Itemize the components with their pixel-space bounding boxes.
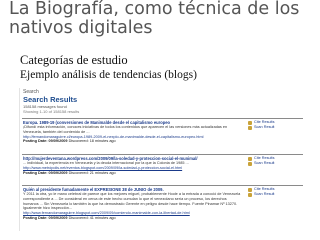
results-showing: Showing 1-10 of 158158 results xyxy=(23,109,80,114)
cite-icon xyxy=(248,120,252,125)
scan-result-link[interactable]: Scan Result xyxy=(248,125,303,130)
result-meta: Posting Date: 09/09/2009 Discovered: 18 … xyxy=(23,139,241,144)
posting-date: Posting Date: 09/09/2009 xyxy=(23,215,68,220)
scan-label: Scan Result xyxy=(254,161,275,166)
scan-result-link[interactable]: Scan Result xyxy=(248,192,303,197)
search-results-screenshot: Search Search Results 158158 messages fo… xyxy=(19,88,305,231)
scan-result-link[interactable]: Scan Result xyxy=(248,161,303,166)
posting-date: Posting Date: 09/09/2009 xyxy=(23,139,68,144)
discovered-time: Discovered: 21 minutes ago xyxy=(68,170,116,175)
scan-label: Scan Result xyxy=(254,125,275,130)
scan-icon xyxy=(248,161,252,166)
scan-label: Scan Result xyxy=(254,192,275,197)
result-meta: Posting Date: 09/09/2009 Discovered: 21 … xyxy=(23,171,241,176)
slide-caption: Ejemplo análisis de tendencias (blogs) xyxy=(20,69,197,81)
slide-title: La Biografía, como técnica de los nativo… xyxy=(9,0,300,38)
discovered-time: Discovered: 41 minutes ago xyxy=(68,215,116,220)
divider xyxy=(22,118,303,119)
scan-icon xyxy=(248,192,252,197)
result-snippet: Y 2011 la otra, yo le mano celebral de p… xyxy=(23,192,241,211)
scan-icon xyxy=(248,125,252,130)
slide-subtitle: Categorías de estudio xyxy=(20,53,128,67)
results-title: Search Results xyxy=(23,95,78,104)
discovered-time: Discovered: 18 minutes ago xyxy=(68,139,116,144)
result-snippet: ¡Difundí esta información, conoces inici… xyxy=(23,125,228,134)
divider xyxy=(22,185,303,186)
cite-icon xyxy=(248,187,252,192)
results-header: Search Search Results 158158 messages fo… xyxy=(23,89,303,114)
result-meta: Posting Date: 09/09/2009 Discovered: 41 … xyxy=(23,216,241,221)
divider xyxy=(22,154,303,155)
posting-date: Posting Date: 09/09/2009 xyxy=(23,170,68,175)
cite-icon xyxy=(248,156,252,161)
